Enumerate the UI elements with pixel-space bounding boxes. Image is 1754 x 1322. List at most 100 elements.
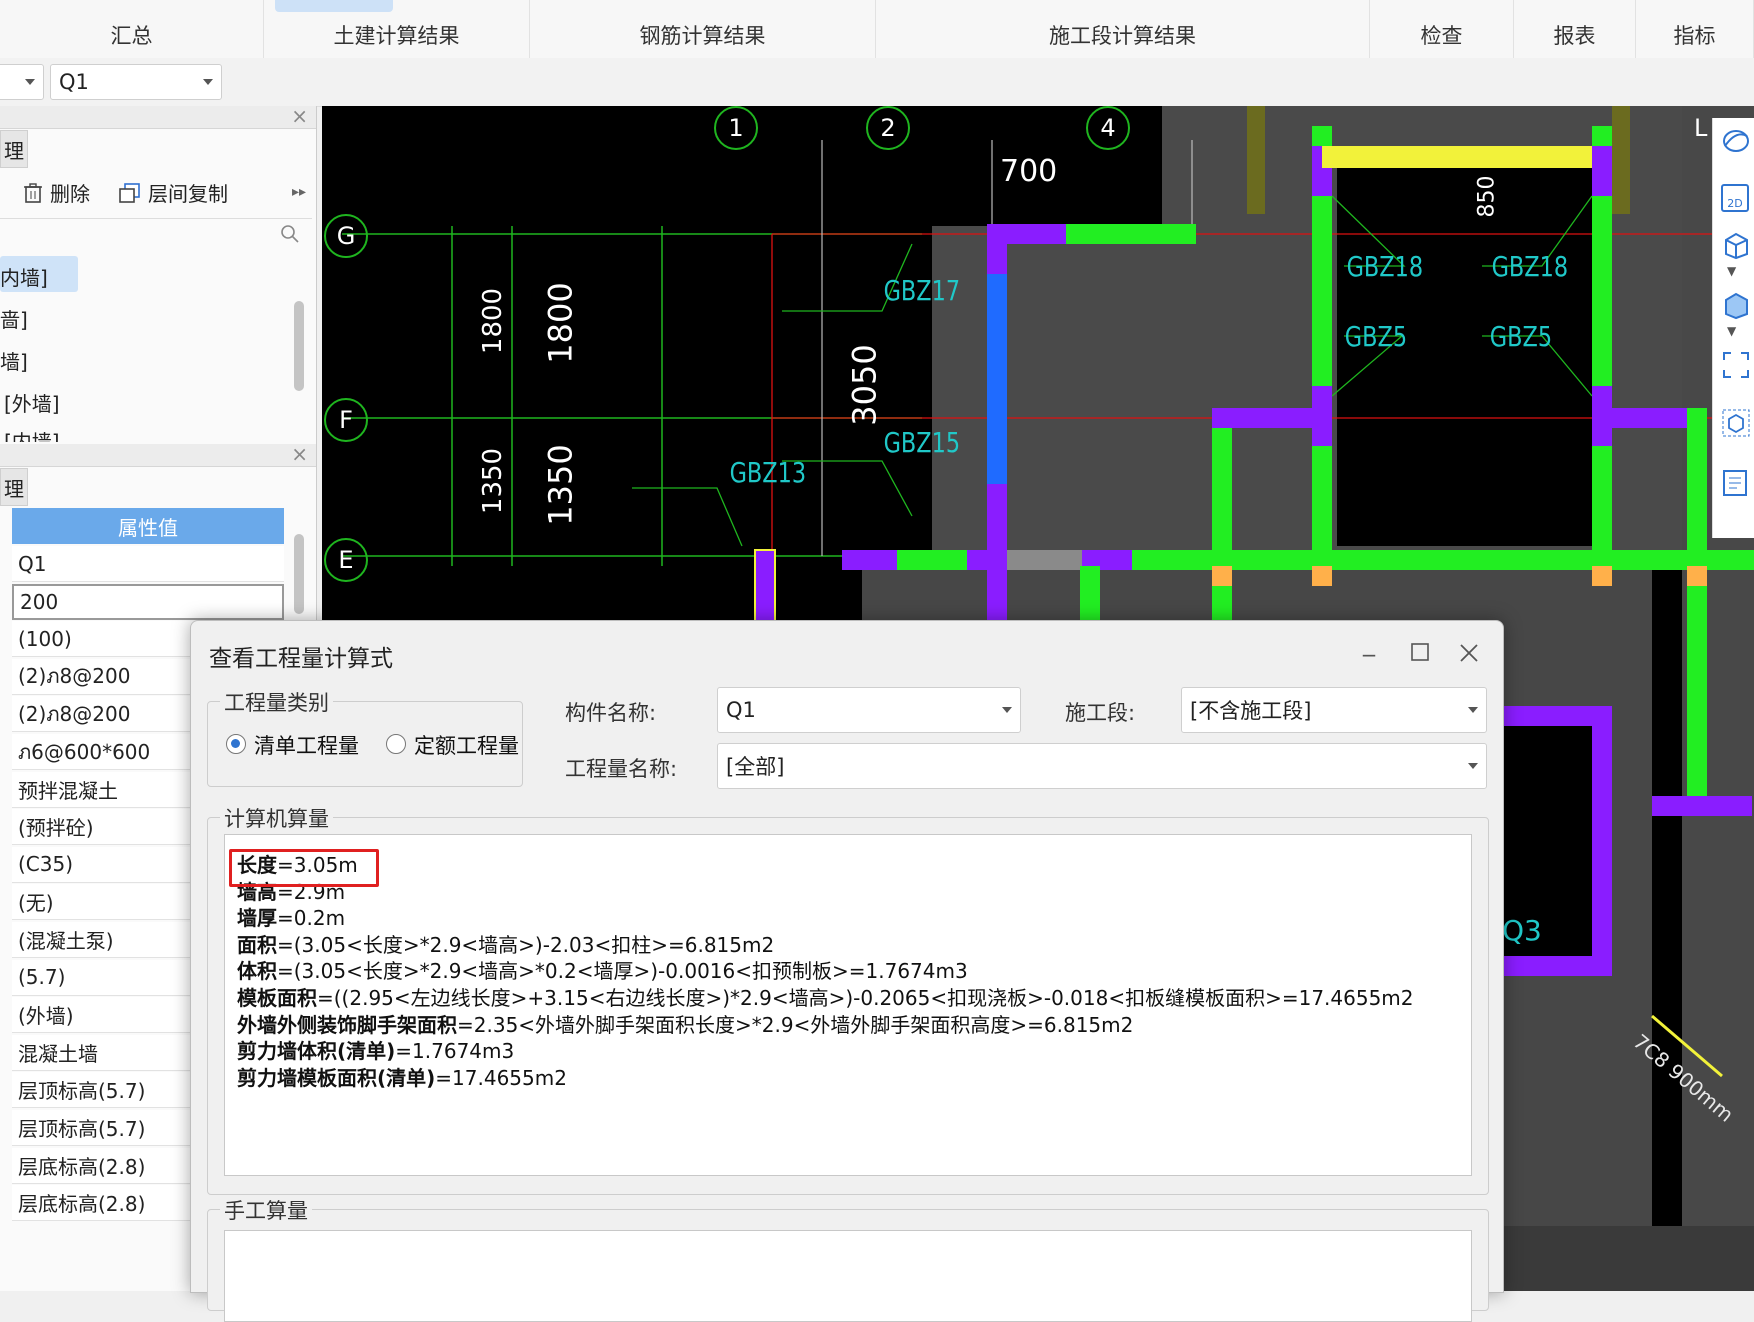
tree-item[interactable]: 墙] (0, 346, 28, 375)
dimension-text: 850 (1475, 176, 1500, 218)
cube-icon[interactable] (1721, 230, 1751, 260)
component-combo[interactable]: Q1 (50, 64, 222, 100)
tab-section-results[interactable]: 施工段计算结果 (876, 0, 1370, 58)
dimension-value: 1350 (541, 444, 580, 526)
delete-button[interactable]: 删除 (22, 178, 90, 207)
fit-view-icon[interactable] (1721, 350, 1751, 380)
close-icon[interactable]: × (291, 104, 308, 128)
section-select[interactable]: [不含施工段] (1181, 687, 1487, 733)
select-cube-icon[interactable] (1721, 408, 1751, 438)
column (1247, 106, 1265, 214)
dimension-value: 3050 (845, 344, 884, 426)
axis-label: 4 (1100, 114, 1116, 142)
2d-view-icon[interactable]: 2D (1721, 184, 1749, 212)
formula-line: 体积=(3.05<长度>*2.9<墙高>*0.2<墙厚>)-0.0016<扣预制… (237, 955, 968, 984)
tree-item-label: [内墙] (4, 430, 60, 442)
tab-label: 报表 (1553, 24, 1596, 48)
formula-textarea[interactable]: 长度=3.05m 墙高=2.9m 墙厚=0.2m 面积=(3.05<长度>*2.9<墙… (224, 834, 1472, 1176)
prop-value-text: Q1 (18, 551, 47, 576)
radio-quota-label[interactable]: 定额工程量 (414, 730, 519, 760)
formula-expr: =(3.05<长度>*2.9<墙高>*0.2<墙厚>)-0.0016<扣预制板>… (277, 959, 968, 984)
prop-value-cell[interactable]: Q1 (12, 546, 284, 582)
computer-calc-group: 计算机算量 长度=3.05m 墙高=2.9m 墙厚=0.2m 面积=(3.05<长度>… (207, 803, 1489, 1195)
chevron-down-icon[interactable]: ▼ (1727, 324, 1736, 338)
tree-item[interactable]: 内墙] (0, 262, 48, 291)
prop-value-cell[interactable]: 200 (12, 583, 284, 620)
tree-item[interactable]: [内墙] (4, 426, 60, 442)
dimension-text: 1350 (542, 444, 580, 525)
tree-item-label: 内墙] (0, 266, 48, 290)
tree-item-label: 啬] (0, 308, 28, 332)
tree-item-label: [外墙] (4, 392, 60, 416)
component-label-text: GBZ15 (883, 426, 961, 459)
chevron-down-icon (1468, 707, 1478, 713)
radio-bill-label[interactable]: 清单工程量 (254, 730, 359, 760)
manual-calc-group: 手工算量 (207, 1195, 1489, 1322)
properties-icon[interactable] (1721, 468, 1751, 498)
tree-item[interactable]: 啬] (0, 304, 28, 333)
dimension-text: 3050 (846, 344, 884, 425)
radio-bill-qty[interactable] (226, 734, 246, 754)
axis-bubble: 4 (1086, 106, 1130, 150)
radio-quota-qty[interactable] (386, 734, 406, 754)
search-icon[interactable] (280, 224, 300, 244)
highlight-box (229, 849, 379, 887)
formula-name: 剪力墙体积(清单) (237, 1039, 396, 1064)
more-arrow-icon[interactable]: ▸▸ (292, 184, 306, 200)
tree-item[interactable]: [外墙] (4, 388, 60, 417)
formula-name: 模板面积 (237, 986, 317, 1010)
panel-tab[interactable]: 理 (0, 130, 28, 168)
prop-value-text: (C35) (18, 852, 74, 877)
component-label-text: GBZ13 (729, 456, 807, 489)
group-label: 手工算量 (220, 1195, 312, 1225)
component-label-text: GBZ18 (1491, 250, 1569, 283)
formula-name: 体积 (237, 959, 277, 984)
axis-label: F (339, 406, 353, 434)
tab-label: 检查 (1420, 24, 1463, 48)
section-value: [不含施工段] (1190, 699, 1312, 723)
prop-header-label: 属性值 (118, 515, 178, 540)
qty-name-select[interactable]: [全部] (717, 743, 1487, 789)
tree-item-label: 墙] (0, 350, 28, 374)
tab-check[interactable]: 检查 (1370, 0, 1514, 58)
chevron-down-icon (1002, 707, 1012, 713)
panel-tab-label: 理 (4, 476, 24, 501)
scrollbar[interactable] (294, 534, 304, 614)
floor-combo[interactable] (0, 64, 44, 100)
tab-label: 土建计算结果 (333, 24, 460, 48)
prop-value-text: 200 (20, 589, 59, 614)
maximize-icon[interactable] (1411, 643, 1429, 661)
formula-expr: =2.35<外墙外脚手架面积长度>*2.9<外墙外脚手架面积高度>=6.815m… (457, 1012, 1134, 1037)
tab-rebar-results[interactable]: 钢筋计算结果 (530, 0, 876, 58)
trash-icon (24, 182, 42, 203)
toolbar-row: Q1 (0, 58, 1754, 107)
tab-label: 指标 (1673, 24, 1716, 48)
orbit-icon[interactable] (1721, 126, 1751, 156)
solid-cube-icon[interactable] (1721, 290, 1751, 320)
manual-textarea[interactable] (224, 1230, 1472, 1322)
prop-value-text: (外墙) (18, 1004, 74, 1029)
prop-value-text: 层底标高(2.8) (18, 1192, 146, 1217)
close-icon[interactable] (1459, 643, 1479, 663)
scrollbar[interactable] (294, 301, 304, 391)
formula-name: 剪力墙模板面积(清单) (237, 1065, 436, 1090)
minimize-button[interactable]: _ (1363, 629, 1375, 657)
component-name-select[interactable]: Q1 (717, 687, 1021, 733)
chevron-down-icon[interactable]: ▼ (1727, 264, 1736, 278)
prop-value-text: (预拌砼) (18, 816, 94, 841)
formula-line: 墙厚=0.2m (237, 902, 345, 931)
floor-copy-button[interactable]: 层间复制 (118, 178, 228, 207)
axis-label: E (338, 546, 354, 574)
tab-report[interactable]: 报表 (1514, 0, 1636, 58)
panel-tab[interactable]: 理 (0, 468, 28, 506)
tab-summary[interactable]: 汇总 (0, 0, 264, 58)
tab-civil-results[interactable]: 土建计算结果 (264, 0, 530, 58)
tab-index[interactable]: 指标 (1636, 0, 1754, 58)
dimension-text: 1350 (478, 448, 508, 514)
axis-label: 1 (728, 114, 744, 142)
component-label: GBZ18 (1492, 250, 1569, 283)
chevron-down-icon (203, 79, 213, 85)
close-icon[interactable]: × (291, 442, 308, 466)
component-name-value: Q1 (726, 698, 756, 722)
prop-value-text: (100) (18, 626, 72, 651)
